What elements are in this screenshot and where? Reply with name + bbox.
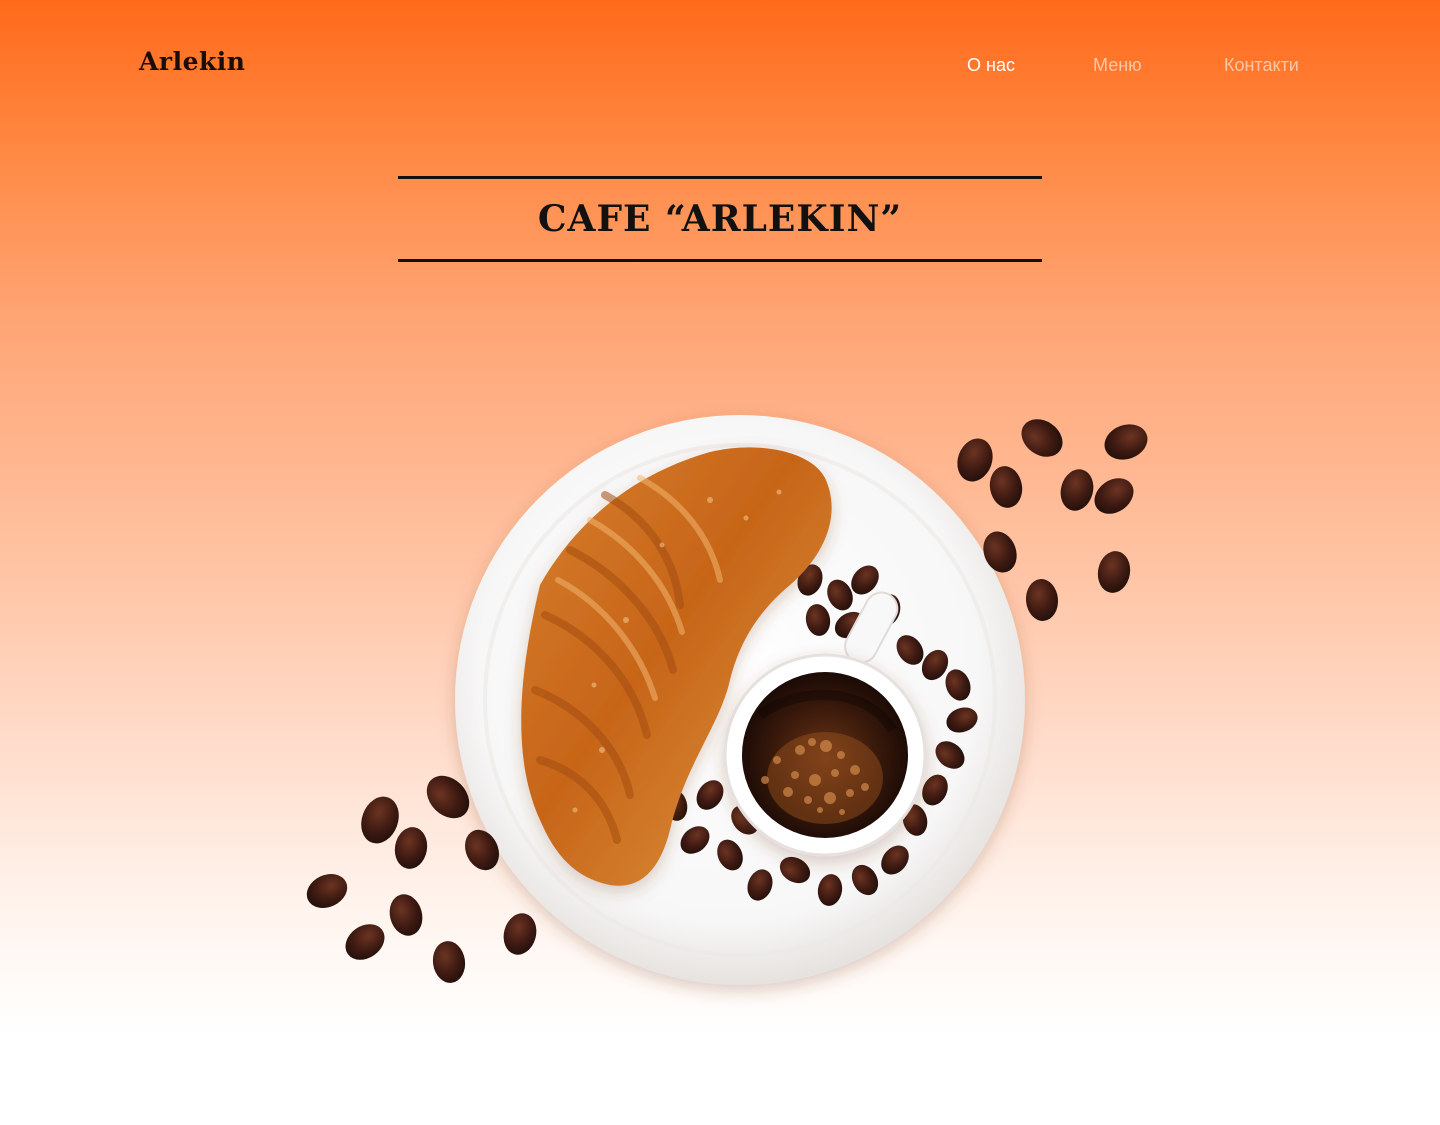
croissant-coffee-illustration xyxy=(306,415,1148,985)
main-nav: О нас Меню Контакти xyxy=(0,55,1440,79)
nav-item-about[interactable]: О нас xyxy=(967,55,1015,76)
nav-item-contacts[interactable]: Контакти xyxy=(1224,55,1299,76)
hero-title-block: CAFE “ARLEKIN” xyxy=(398,176,1042,262)
hero-illustration xyxy=(290,400,1170,1010)
nav-item-menu[interactable]: Меню xyxy=(1093,55,1142,76)
page-title: CAFE “ARLEKIN” xyxy=(537,198,903,240)
site-header: Arlekin О нас Меню Контакти xyxy=(0,0,1440,130)
